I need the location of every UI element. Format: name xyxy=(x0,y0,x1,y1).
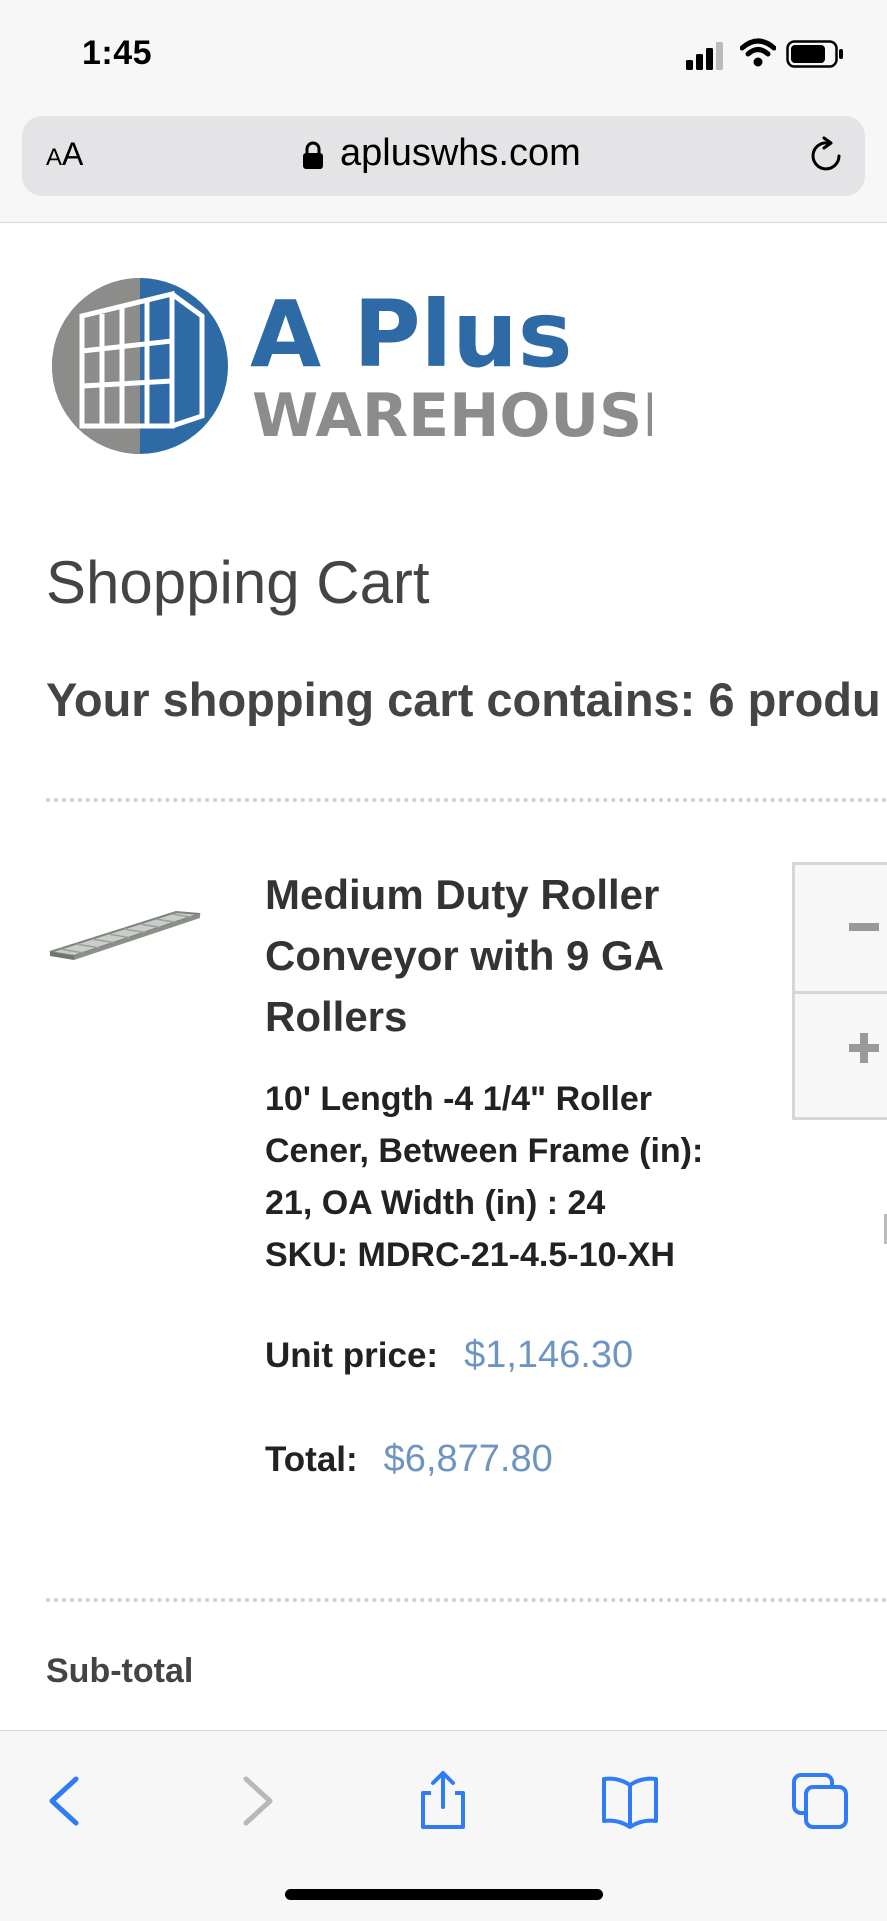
url-text[interactable]: apluswhs.com xyxy=(340,132,581,175)
text-size-button[interactable]: AA xyxy=(46,136,83,173)
divider xyxy=(46,1598,887,1602)
unit-price-row: Unit price: $1,146.30 xyxy=(265,1334,633,1377)
total-value: $6,877.80 xyxy=(383,1438,553,1480)
address-bar[interactable]: AA apluswhs.com xyxy=(22,116,865,196)
back-icon[interactable] xyxy=(36,1771,96,1831)
battery-icon xyxy=(786,40,843,68)
divider xyxy=(46,798,887,802)
unit-price-label: Unit price: xyxy=(265,1336,439,1375)
forward-icon[interactable] xyxy=(226,1771,286,1831)
page-title: Shopping Cart xyxy=(46,549,430,616)
lock-icon xyxy=(303,141,323,169)
status-bar: 1:45 xyxy=(0,0,887,112)
roller-conveyor-image[interactable] xyxy=(46,908,204,968)
total-price-row: Total: $6,877.80 xyxy=(265,1438,553,1481)
logo-line1: A Plus xyxy=(250,281,572,388)
tabs-icon[interactable] xyxy=(790,1771,850,1831)
status-time: 1:45 xyxy=(82,34,153,72)
reload-icon[interactable] xyxy=(806,136,846,176)
increase-quantity-button[interactable] xyxy=(795,994,887,1117)
unit-price-value: $1,146.30 xyxy=(464,1334,634,1376)
share-icon[interactable] xyxy=(413,1771,473,1831)
decrease-quantity-button[interactable] xyxy=(795,865,887,994)
total-label: Total: xyxy=(265,1440,358,1479)
minus-icon xyxy=(849,923,879,931)
wifi-icon xyxy=(740,38,776,67)
cart-summary: Your shopping cart contains: 6 produ xyxy=(46,673,881,726)
home-indicator[interactable] xyxy=(285,1889,603,1900)
a-plus-warehouse-logo[interactable]: A Plus WAREHOUSE xyxy=(52,276,652,456)
browser-address-area: AA apluswhs.com xyxy=(0,112,887,223)
product-description: 10' Length -4 1/4" Roller Cener, Between… xyxy=(265,1073,745,1281)
product-options: 10' Length -4 1/4" Roller Cener, Between… xyxy=(265,1080,704,1222)
product-name[interactable]: Medium Duty Roller Conveyor with 9 GA Ro… xyxy=(265,864,745,1047)
cellular-signal-icon xyxy=(686,42,723,70)
product-sku: SKU: MDRC-21-4.5-10-XH xyxy=(265,1236,675,1274)
subtotal-label: Sub-total xyxy=(46,1652,194,1690)
logo-line2: WAREHOUSE xyxy=(252,381,652,451)
bookmarks-icon[interactable] xyxy=(600,1771,660,1831)
quantity-stepper xyxy=(792,862,887,1120)
